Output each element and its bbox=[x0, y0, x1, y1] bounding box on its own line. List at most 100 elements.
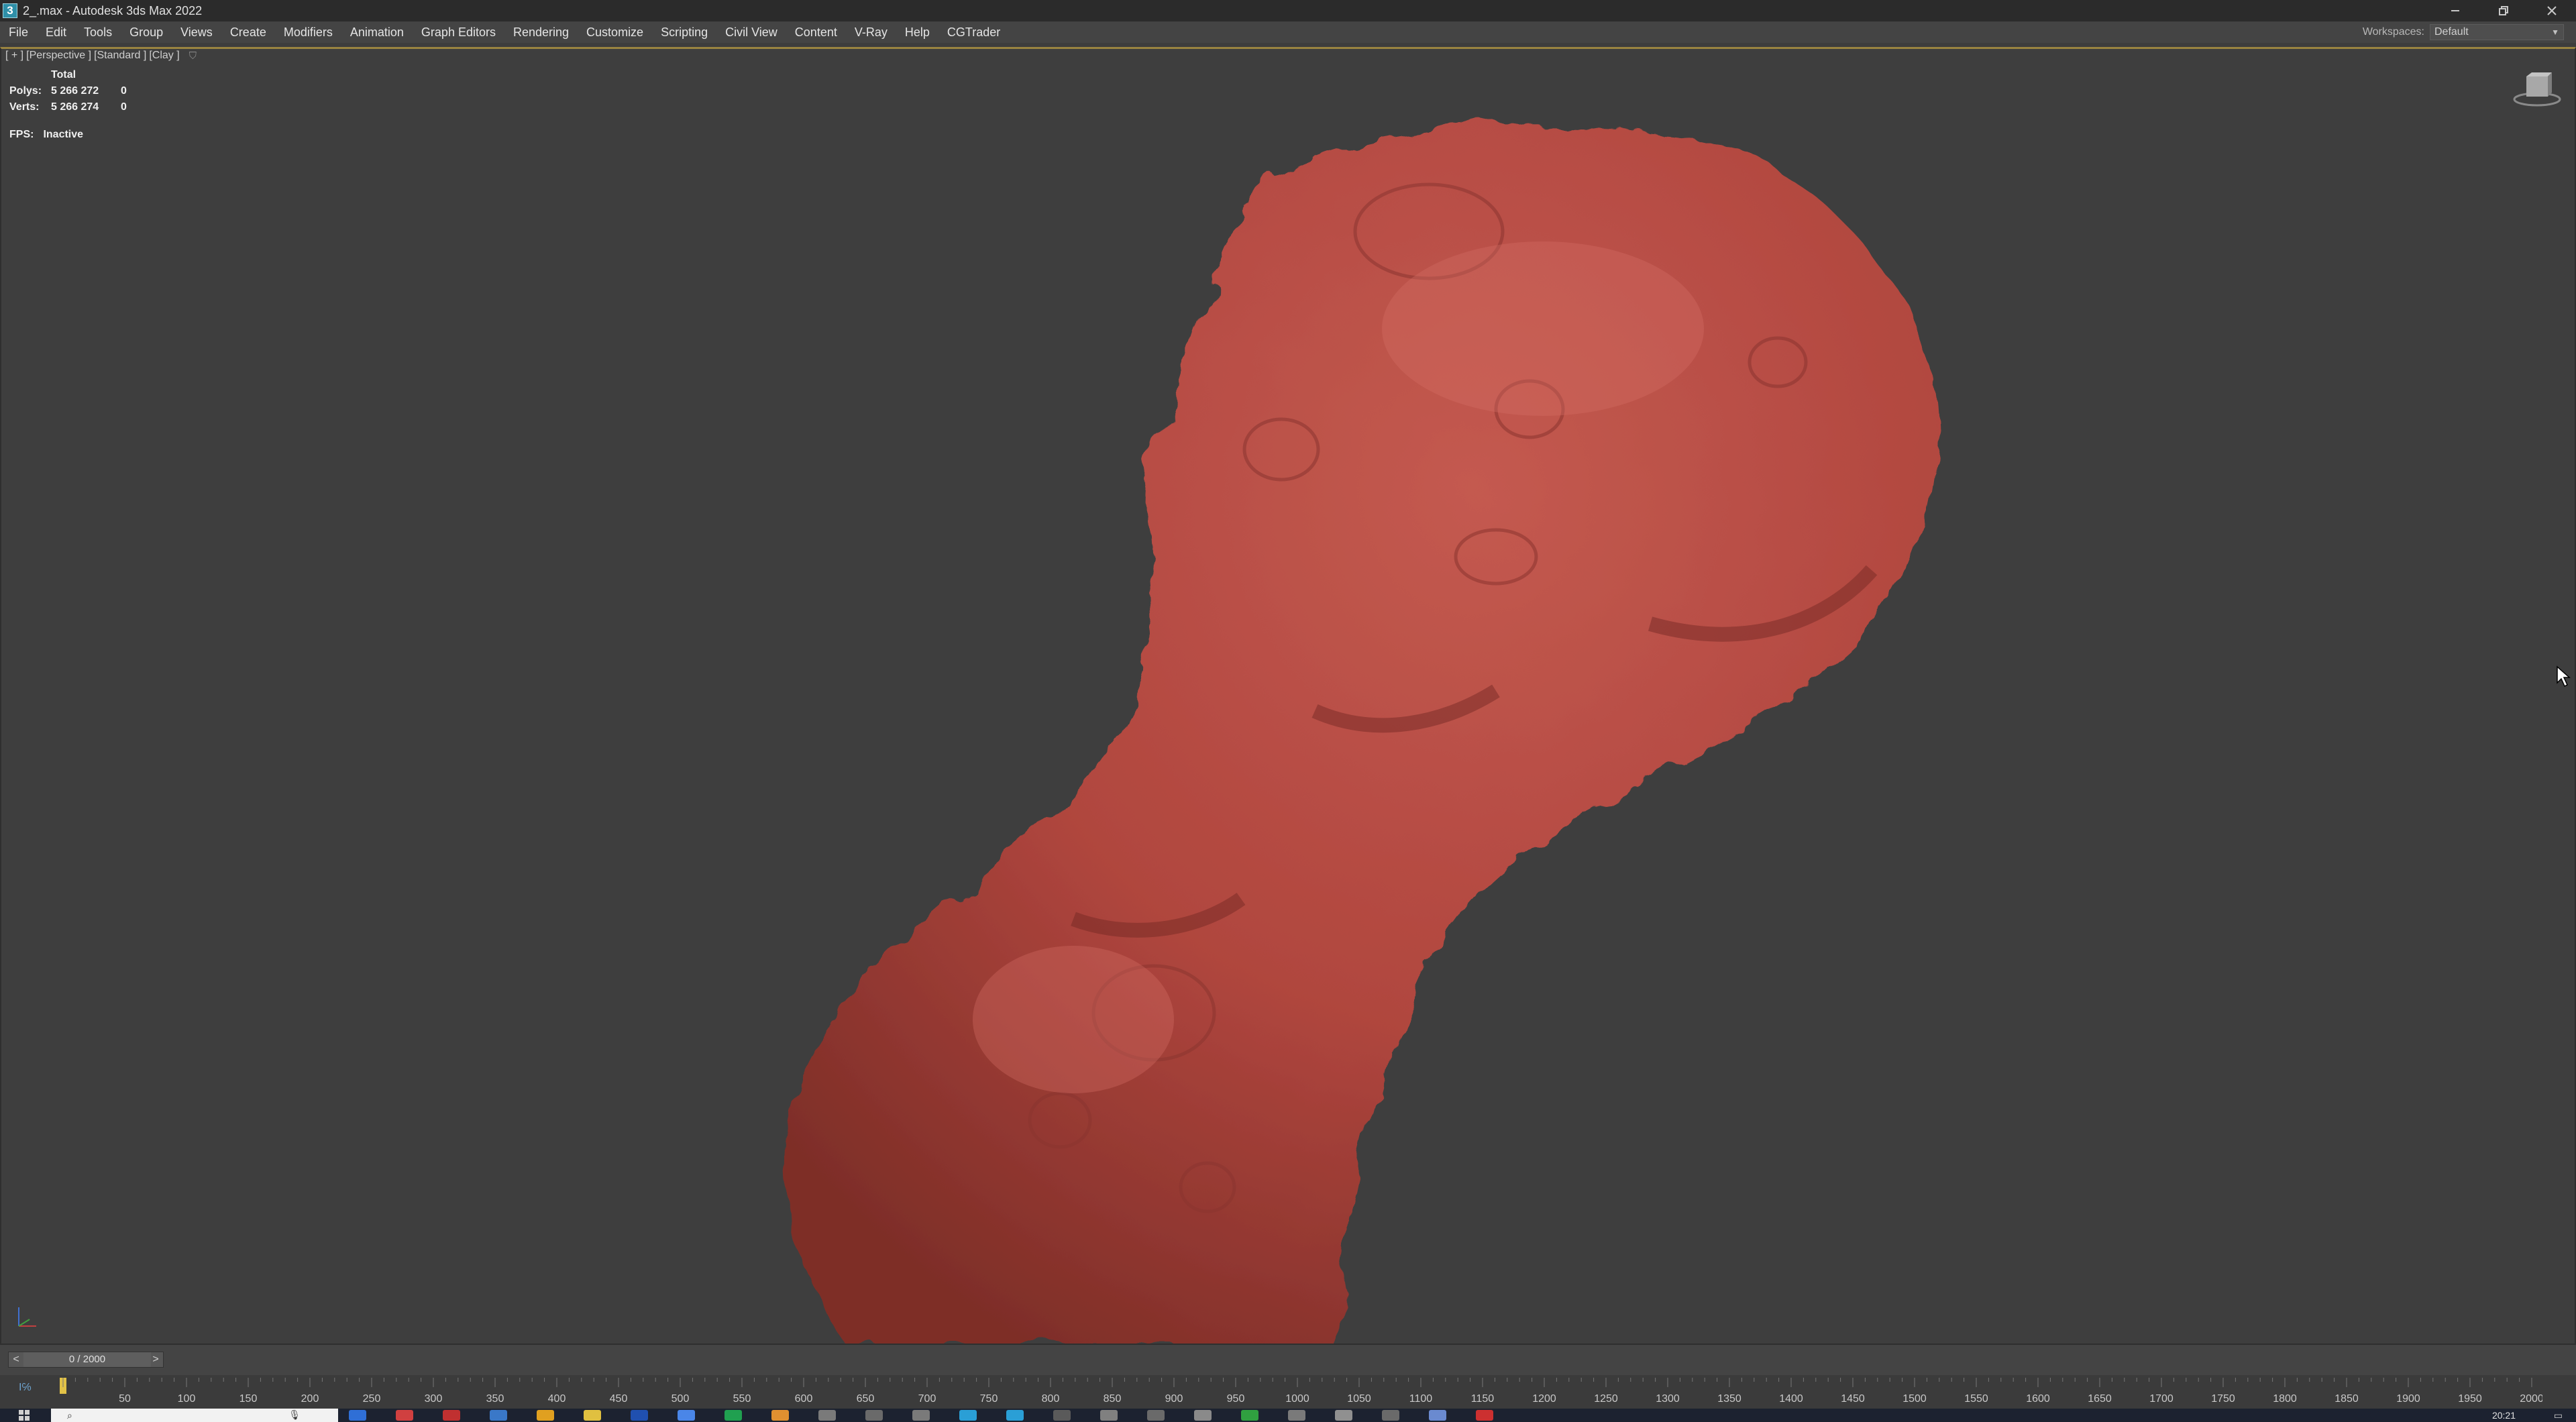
workspace-label: Workspaces: bbox=[2362, 26, 2424, 38]
taskbar-app-icon[interactable] bbox=[349, 1410, 366, 1421]
taskbar-app-icon[interactable] bbox=[959, 1410, 977, 1421]
taskbar-app-icon[interactable] bbox=[537, 1410, 554, 1421]
menu-customize[interactable]: Customize bbox=[578, 21, 652, 43]
time-slider[interactable]: < 0 / 2000 > bbox=[8, 1352, 164, 1368]
taskbar-app-icon[interactable] bbox=[584, 1410, 601, 1421]
menu-edit[interactable]: Edit bbox=[37, 21, 75, 43]
taskbar-app-icon[interactable] bbox=[1288, 1410, 1305, 1421]
time-next-button[interactable]: > bbox=[148, 1352, 163, 1367]
menu-group[interactable]: Group bbox=[121, 21, 172, 43]
polys-value: 5 266 272 bbox=[51, 85, 99, 97]
menu-file[interactable]: File bbox=[0, 21, 37, 43]
menu-animation[interactable]: Animation bbox=[341, 21, 413, 43]
ruler-tick-label: 200 bbox=[301, 1393, 319, 1405]
key-filter-icon[interactable]: I℅ bbox=[19, 1382, 32, 1394]
menu-views[interactable]: Views bbox=[172, 21, 221, 43]
chevron-down-icon: ▼ bbox=[2551, 28, 2559, 37]
taskbar-app-icon[interactable] bbox=[912, 1410, 930, 1421]
time-prev-button[interactable]: < bbox=[9, 1352, 23, 1367]
frame-ruler[interactable]: 50 100 150 200 250 300 350 400 450 500 550 600 650 70… bbox=[60, 1375, 2542, 1409]
ruler-tick-label: 950 bbox=[1227, 1393, 1245, 1405]
taskbar-app-icon[interactable] bbox=[1006, 1410, 1024, 1421]
ruler-tick-label: 1200 bbox=[1532, 1393, 1556, 1405]
menu-create[interactable]: Create bbox=[221, 21, 275, 43]
taskbar-app-icon[interactable] bbox=[490, 1410, 507, 1421]
ruler-tick-label: 500 bbox=[672, 1393, 690, 1405]
menu-scripting[interactable]: Scripting bbox=[652, 21, 716, 43]
menu-vray[interactable]: V-Ray bbox=[846, 21, 896, 43]
taskbar-app-icon[interactable] bbox=[1476, 1410, 1493, 1421]
taskbar-app-icon[interactable] bbox=[443, 1410, 460, 1421]
taskbar-app-icon[interactable] bbox=[678, 1410, 695, 1421]
ruler-tick-label: 250 bbox=[363, 1393, 381, 1405]
microphone-icon[interactable]: 🎙 bbox=[288, 1409, 301, 1421]
taskbar-app-icon[interactable] bbox=[396, 1410, 413, 1421]
ruler-tick-label: 700 bbox=[918, 1393, 936, 1405]
menu-bar: File Edit Tools Group Views Create Modif… bbox=[0, 21, 2576, 43]
ruler-tick-label: 650 bbox=[857, 1393, 875, 1405]
ruler-tick-label: 150 bbox=[239, 1393, 258, 1405]
menu-civil-view[interactable]: Civil View bbox=[716, 21, 786, 43]
taskbar-app-icon[interactable] bbox=[1147, 1410, 1165, 1421]
notification-icon[interactable]: ▭ bbox=[2554, 1410, 2563, 1421]
ruler-tick-label: 1900 bbox=[2396, 1393, 2420, 1405]
ruler-tick-label: 1800 bbox=[2273, 1393, 2297, 1405]
menu-help[interactable]: Help bbox=[896, 21, 938, 43]
viewport-general-menu[interactable]: [ + ] bbox=[5, 50, 23, 62]
workspace-dropdown[interactable]: Default ▼ bbox=[2430, 24, 2564, 40]
taskbar-app-icon[interactable] bbox=[1100, 1410, 1118, 1421]
time-slider-bar: < 0 / 2000 > bbox=[0, 1345, 2576, 1375]
ruler-tick-label: 1000 bbox=[1285, 1393, 1309, 1405]
ruler-tick-label: 1150 bbox=[1471, 1393, 1495, 1405]
menu-rendering[interactable]: Rendering bbox=[504, 21, 578, 43]
taskbar-app-icon[interactable] bbox=[1241, 1410, 1258, 1421]
ruler-tick-label: 400 bbox=[548, 1393, 566, 1405]
stats-total-header: Total bbox=[51, 69, 76, 80]
restore-button[interactable] bbox=[2479, 0, 2528, 21]
verts-value: 5 266 274 bbox=[51, 101, 99, 113]
taskbar-apps bbox=[349, 1410, 1493, 1421]
ruler-tick-label: 100 bbox=[178, 1393, 196, 1405]
viewport-shading-menu[interactable]: [Standard ] bbox=[94, 50, 146, 62]
minimize-button[interactable] bbox=[2431, 0, 2479, 21]
time-slider-handle[interactable]: 0 / 2000 bbox=[23, 1352, 151, 1367]
taskbar-app-icon[interactable] bbox=[771, 1410, 789, 1421]
viewport-point-of-view-menu[interactable]: [Perspective ] bbox=[26, 50, 91, 62]
fps-label: FPS: bbox=[9, 129, 34, 140]
taskbar-app-icon[interactable] bbox=[818, 1410, 836, 1421]
taskbar-app-icon[interactable] bbox=[865, 1410, 883, 1421]
perspective-viewport[interactable]: [ + ] [Perspective ] [Standard ] [Clay ]… bbox=[0, 47, 2576, 1345]
ruler-tick-label: 1500 bbox=[1902, 1393, 1927, 1405]
menu-content[interactable]: Content bbox=[786, 21, 846, 43]
menu-tools[interactable]: Tools bbox=[75, 21, 121, 43]
viewport-style-menu[interactable]: [Clay ] bbox=[149, 50, 179, 62]
viewcube-icon[interactable] bbox=[2510, 70, 2564, 110]
ruler-tick-label: 850 bbox=[1104, 1393, 1122, 1405]
taskbar-app-icon[interactable] bbox=[1053, 1410, 1071, 1421]
taskbar-app-icon[interactable] bbox=[631, 1410, 648, 1421]
os-taskbar: ⌕ 🎙 20:21 ▭ bbox=[0, 1409, 2576, 1422]
ruler-tick-label: 1650 bbox=[2088, 1393, 2112, 1405]
search-icon: ⌕ bbox=[67, 1410, 72, 1421]
viewport-label-menu[interactable]: [ + ] [Perspective ] [Standard ] [Clay ]… bbox=[5, 50, 197, 62]
ruler-tick-label: 450 bbox=[610, 1393, 628, 1405]
taskbar-app-icon[interactable] bbox=[1382, 1410, 1399, 1421]
app-icon: 3 bbox=[3, 3, 17, 18]
taskbar-clock[interactable]: 20:21 bbox=[2492, 1410, 2516, 1421]
taskbar-search-box[interactable]: ⌕ 🎙 bbox=[51, 1409, 338, 1422]
ruler-tick-label: 1750 bbox=[2211, 1393, 2235, 1405]
taskbar-app-icon[interactable] bbox=[1194, 1410, 1212, 1421]
menu-modifiers[interactable]: Modifiers bbox=[275, 21, 341, 43]
menu-graph-editors[interactable]: Graph Editors bbox=[413, 21, 504, 43]
track-bar[interactable]: I℅ 50 100 150 200 250 300 350 400 450 500 550 600 65… bbox=[0, 1375, 2576, 1409]
ruler-tick-label: 1050 bbox=[1347, 1393, 1371, 1405]
close-button[interactable] bbox=[2528, 0, 2576, 21]
start-icon[interactable] bbox=[19, 1410, 30, 1421]
menu-cgtrader[interactable]: CGTrader bbox=[938, 21, 1009, 43]
taskbar-app-icon[interactable] bbox=[724, 1410, 742, 1421]
asteroid-mesh bbox=[785, 125, 1938, 1345]
taskbar-app-icon[interactable] bbox=[1429, 1410, 1446, 1421]
filter-icon[interactable]: ⛉ bbox=[189, 50, 197, 62]
taskbar-app-icon[interactable] bbox=[1335, 1410, 1352, 1421]
ruler-tick-label: 1550 bbox=[1964, 1393, 1988, 1405]
